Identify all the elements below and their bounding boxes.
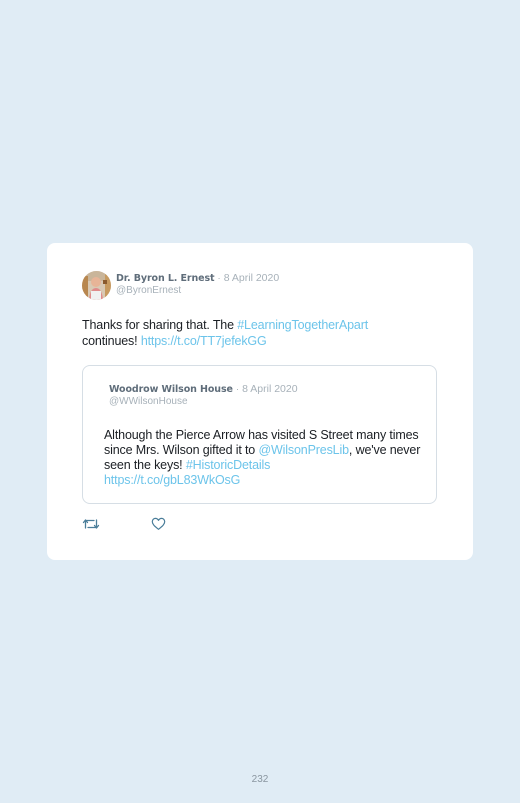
retweet-icon[interactable] — [82, 516, 100, 530]
tweet-card: Dr. Byron L. Ernest · 8 April 2020 @Byro… — [47, 243, 473, 560]
page-number: 232 — [251, 774, 269, 785]
tweet-date[interactable]: 8 April 2020 — [224, 272, 279, 284]
quoted-tweet-text: Although the Pierce Arrow has visited S … — [104, 428, 424, 488]
avatar-image — [82, 271, 111, 300]
avatar[interactable] — [82, 271, 111, 300]
quoted-tweet[interactable]: Woodrow Wilson House · 8 April 2020 @WWi… — [82, 365, 437, 504]
mention-link[interactable]: @WilsonPresLib — [258, 443, 349, 457]
author-handle[interactable]: @ByronErnest — [116, 285, 181, 296]
tweet-text: Thanks for sharing that. The #LearningTo… — [82, 317, 422, 349]
hashtag-link[interactable]: #LearningTogetherApart — [237, 318, 368, 332]
url-link[interactable]: https://t.co/gbL83WkOsG — [104, 473, 240, 487]
heart-icon[interactable] — [151, 516, 167, 530]
quoted-author-handle[interactable]: @WWilsonHouse — [109, 396, 188, 407]
tweet-text-part: Thanks for sharing that. The — [82, 318, 238, 332]
quoted-author-name[interactable]: Woodrow Wilson House — [109, 384, 233, 395]
tweet-header: Dr. Byron L. Ernest · 8 April 2020 — [116, 272, 279, 285]
url-link[interactable]: https://t.co/TT7jefekGG — [141, 334, 267, 348]
separator: · — [235, 384, 240, 395]
hashtag-link[interactable]: #HistoricDetails — [186, 458, 271, 472]
separator: · — [217, 273, 221, 284]
quoted-tweet-date[interactable]: 8 April 2020 — [242, 383, 297, 395]
quoted-tweet-header: Woodrow Wilson House · 8 April 2020 — [109, 383, 298, 396]
author-name[interactable]: Dr. Byron L. Ernest — [116, 273, 215, 284]
tweet-text-part: continues! — [82, 334, 141, 348]
